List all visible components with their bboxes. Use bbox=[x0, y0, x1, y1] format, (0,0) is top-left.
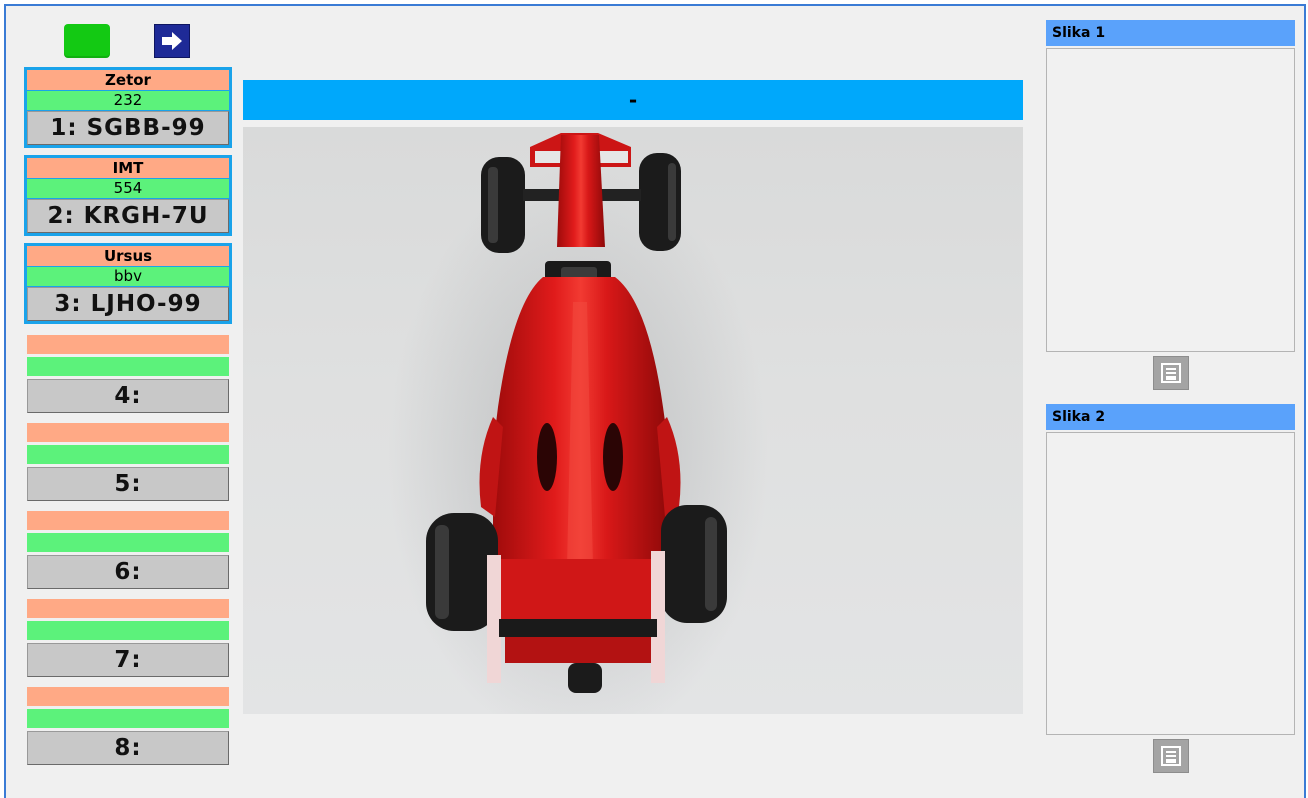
right-arrow-icon bbox=[162, 32, 182, 50]
slot-plate-button[interactable]: 4: bbox=[27, 379, 229, 413]
slot-brand bbox=[27, 687, 229, 706]
panel-1-title: Slika 1 bbox=[1046, 20, 1295, 46]
panel-2-title: Slika 2 bbox=[1046, 404, 1295, 430]
slot-5: 5: bbox=[24, 423, 232, 501]
slot-brand: Ursus bbox=[27, 246, 229, 266]
app-window: Zetor 232 1: SGBB-99 IMT 554 2: KRGH-7U … bbox=[4, 4, 1306, 798]
slot-4: 4: bbox=[24, 335, 232, 413]
slot-value bbox=[27, 533, 229, 552]
slot-plate-button[interactable]: 1: SGBB-99 bbox=[27, 111, 229, 145]
slot-brand bbox=[27, 335, 229, 354]
slot-7: 7: bbox=[24, 599, 232, 677]
slot-3: Ursus bbv 3: LJHO-99 bbox=[24, 243, 232, 324]
slot-brand bbox=[27, 511, 229, 530]
slot-value bbox=[27, 709, 229, 728]
slot-plate-button[interactable]: 6: bbox=[27, 555, 229, 589]
panel-2-save-button[interactable] bbox=[1153, 739, 1189, 773]
slot-plate-button[interactable]: 5: bbox=[27, 467, 229, 501]
slot-plate-button[interactable]: 3: LJHO-99 bbox=[27, 287, 229, 321]
panel-1-image-area bbox=[1046, 48, 1295, 352]
slot-value: 554 bbox=[27, 179, 229, 198]
slot-brand bbox=[27, 423, 229, 442]
panel-2-image-area bbox=[1046, 432, 1295, 735]
camera-image bbox=[243, 127, 1023, 714]
status-indicator-button[interactable] bbox=[64, 24, 110, 58]
slot-8: 8: bbox=[24, 687, 232, 765]
slot-value bbox=[27, 621, 229, 640]
slot-brand: IMT bbox=[27, 158, 229, 178]
slot-plate-button[interactable]: 2: KRGH-7U bbox=[27, 199, 229, 233]
slot-value: 232 bbox=[27, 91, 229, 110]
save-icon bbox=[1161, 746, 1181, 766]
race-car-image bbox=[388, 133, 768, 714]
camera-title-bar: - bbox=[243, 80, 1023, 120]
panel-1-save-button[interactable] bbox=[1153, 356, 1189, 390]
save-icon bbox=[1161, 363, 1181, 383]
slot-brand bbox=[27, 599, 229, 618]
slot-plate-button[interactable]: 7: bbox=[27, 643, 229, 677]
slot-brand: Zetor bbox=[27, 70, 229, 90]
slot-value bbox=[27, 357, 229, 376]
slot-6: 6: bbox=[24, 511, 232, 589]
slot-2: IMT 554 2: KRGH-7U bbox=[24, 155, 232, 236]
slot-plate-button[interactable]: 8: bbox=[27, 731, 229, 765]
slot-value bbox=[27, 445, 229, 464]
next-button[interactable] bbox=[154, 24, 190, 58]
slot-value: bbv bbox=[27, 267, 229, 286]
slot-1: Zetor 232 1: SGBB-99 bbox=[24, 67, 232, 148]
